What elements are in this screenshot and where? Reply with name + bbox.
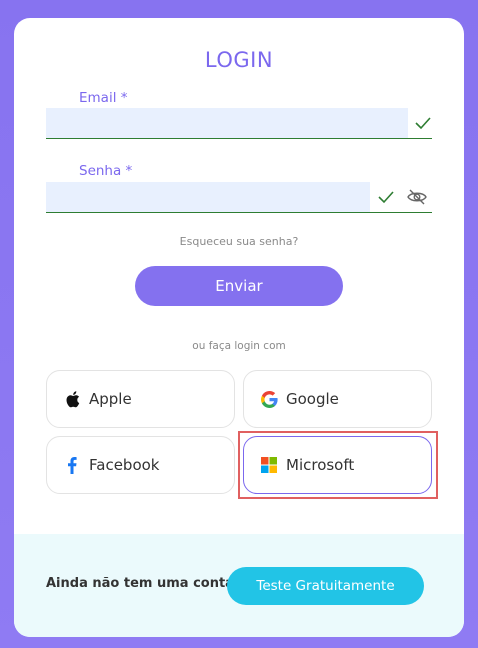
google-icon bbox=[260, 390, 278, 408]
microsoft-label: Microsoft bbox=[286, 456, 355, 474]
signup-footer: Ainda não tem uma conta? Teste Gratuitam… bbox=[14, 534, 464, 637]
password-field-wrapper bbox=[46, 182, 432, 213]
password-label: Senha * bbox=[79, 163, 133, 179]
apple-login-button[interactable]: Apple bbox=[46, 370, 235, 428]
forgot-password-link[interactable]: Esqueceu sua senha? bbox=[14, 235, 464, 248]
apple-label: Apple bbox=[89, 390, 132, 408]
eye-off-icon[interactable] bbox=[407, 188, 427, 206]
apple-icon bbox=[63, 390, 81, 408]
check-icon bbox=[378, 191, 394, 204]
or-login-with-text: ou faça login com bbox=[192, 340, 286, 352]
submit-button[interactable]: Enviar bbox=[135, 266, 343, 306]
facebook-label: Facebook bbox=[89, 456, 160, 474]
password-field[interactable] bbox=[46, 182, 370, 212]
email-field[interactable] bbox=[46, 108, 408, 138]
google-label: Google bbox=[286, 390, 339, 408]
facebook-login-button[interactable]: Facebook bbox=[46, 436, 235, 494]
check-icon bbox=[415, 117, 431, 130]
facebook-icon bbox=[63, 456, 81, 474]
no-account-text: Ainda não tem uma conta? bbox=[46, 576, 242, 591]
free-trial-button[interactable]: Teste Gratuitamente bbox=[227, 567, 424, 605]
email-field-wrapper bbox=[46, 108, 432, 139]
google-login-button[interactable]: Google bbox=[243, 370, 432, 428]
login-card: LOGIN Email * Senha * Esqueceu sua senha… bbox=[14, 18, 464, 637]
page-title: LOGIN bbox=[204, 48, 274, 72]
microsoft-login-button[interactable]: Microsoft bbox=[243, 436, 432, 494]
microsoft-icon bbox=[260, 456, 278, 474]
email-label: Email * bbox=[79, 90, 128, 106]
